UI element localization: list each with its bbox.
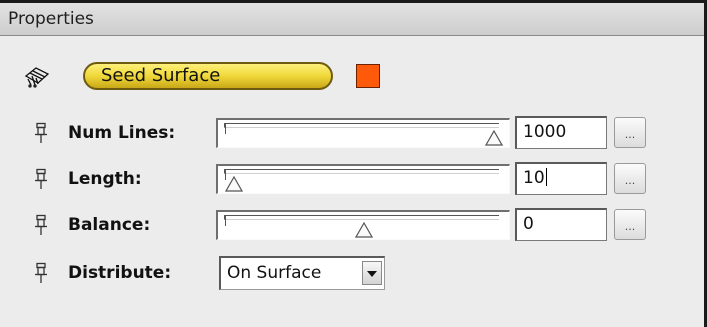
pin-icon[interactable] bbox=[34, 122, 48, 144]
balance-ellipsis-button[interactable]: ... bbox=[614, 209, 646, 240]
slider-track bbox=[224, 169, 499, 180]
balance-input[interactable]: 0 bbox=[515, 208, 607, 241]
seed-surface-icon bbox=[24, 67, 50, 88]
balance-slider[interactable] bbox=[216, 210, 510, 240]
param-label: Balance: bbox=[68, 215, 151, 235]
param-row-balance: Balance: 0 ... bbox=[0, 208, 700, 244]
distribute-selected-value: On Surface bbox=[227, 263, 322, 283]
param-label: Length: bbox=[68, 169, 142, 189]
param-row-num-lines: Num Lines: 1000 ... bbox=[0, 116, 700, 152]
slider-thumb[interactable] bbox=[355, 222, 373, 238]
object-name-field[interactable]: Seed Surface bbox=[83, 62, 333, 90]
slider-thumb[interactable] bbox=[485, 130, 503, 146]
object-color-swatch[interactable] bbox=[356, 64, 380, 88]
panel-titlebar: Properties bbox=[0, 0, 704, 36]
length-slider[interactable] bbox=[216, 164, 510, 194]
object-header: Seed Surface bbox=[0, 56, 700, 96]
param-row-distribute: Distribute: On Surface bbox=[0, 256, 700, 292]
length-ellipsis-button[interactable]: ... bbox=[614, 163, 646, 194]
chevron-down-icon[interactable] bbox=[362, 261, 382, 285]
pin-icon[interactable] bbox=[34, 168, 48, 190]
slider-track bbox=[224, 123, 499, 134]
panel-title: Properties bbox=[8, 9, 94, 29]
param-label: Num Lines: bbox=[68, 123, 176, 143]
pin-icon[interactable] bbox=[34, 262, 48, 284]
param-row-length: Length: 10 ... bbox=[0, 162, 700, 198]
slider-track bbox=[224, 215, 499, 226]
length-input[interactable]: 10 bbox=[515, 162, 607, 195]
pin-icon[interactable] bbox=[34, 214, 48, 236]
properties-panel: Properties Seed Surface Num Lines: 1000 … bbox=[0, 0, 707, 327]
num-lines-ellipsis-button[interactable]: ... bbox=[614, 117, 646, 148]
distribute-select[interactable]: On Surface bbox=[219, 256, 385, 290]
text-caret bbox=[545, 168, 547, 186]
param-label: Distribute: bbox=[68, 263, 172, 283]
slider-thumb[interactable] bbox=[225, 176, 243, 192]
num-lines-slider[interactable] bbox=[216, 118, 510, 148]
num-lines-input[interactable]: 1000 bbox=[515, 116, 607, 149]
